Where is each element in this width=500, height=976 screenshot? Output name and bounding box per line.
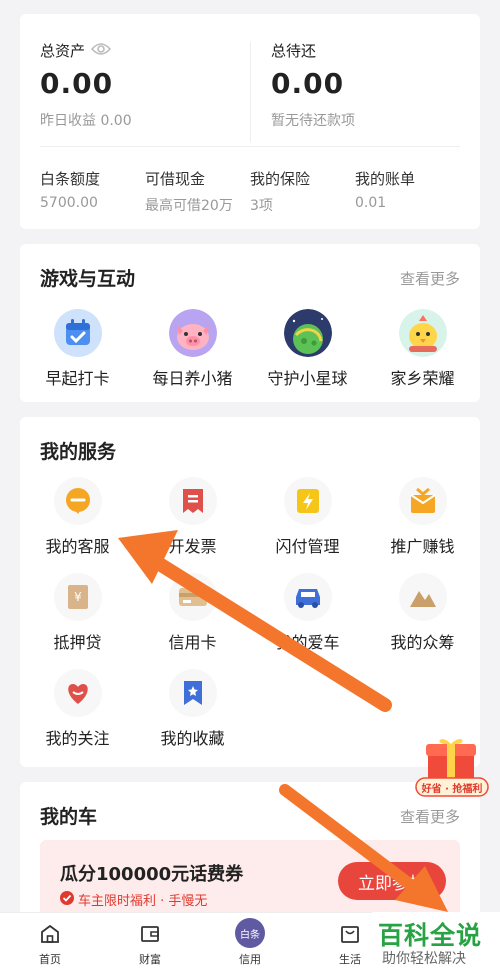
divider [40, 146, 460, 147]
service-my-car[interactable]: 我的爱车 [250, 573, 365, 653]
customer-service-icon [53, 477, 102, 525]
game-guard-planet[interactable]: 守护小星球 [250, 309, 365, 389]
service-label: 信用卡 [168, 633, 217, 652]
service-label: 推广赚钱 [390, 537, 455, 556]
stat-baitiao[interactable]: 白条额度 5700.00 [40, 168, 145, 211]
assets-card: 总资产 0.00 昨日收益 0.00 总待还 0.00 暂无待还款项 白条额度 … [20, 14, 480, 229]
heart-icon [53, 669, 102, 717]
pending-value: 0.00 [271, 67, 345, 100]
service-invoice[interactable]: 开发票 [135, 477, 250, 557]
credit-card-icon [168, 573, 217, 621]
game-label: 守护小星球 [267, 369, 348, 388]
watermark-subtitle: 助你轻松解决 [382, 951, 466, 967]
games-card: 游戏与互动 查看更多 早起打卡 每日养小猪 守护小星球 家乡荣耀 [20, 244, 480, 402]
service-label: 抵押贷 [53, 633, 102, 652]
planet-icon [283, 309, 332, 357]
service-quick-pay[interactable]: 闪付管理 [250, 477, 365, 557]
stat-title: 我的账单 [355, 170, 416, 188]
service-favorites[interactable]: 我的收藏 [135, 669, 250, 749]
pending-repayment[interactable]: 总待还 0.00 暂无待还款项 [271, 40, 355, 130]
eye-icon[interactable] [90, 42, 112, 60]
service-label: 开发票 [168, 537, 217, 556]
stat-value: 5700.00 [40, 195, 98, 211]
service-credit-card[interactable]: 信用卡 [135, 573, 250, 653]
tab-home[interactable]: 首页 [15, 921, 85, 967]
promo-subtitle: 车主限时福利 · 手慢无 [78, 894, 208, 909]
service-label: 我的爱车 [275, 633, 340, 652]
chick-icon [398, 309, 447, 357]
bookmark-icon [168, 669, 217, 717]
game-early-checkin[interactable]: 早起打卡 [20, 309, 135, 389]
baitiao-badge: 白条 [235, 918, 265, 948]
stat-value: 最高可借20万 [145, 198, 233, 214]
service-label: 我的关注 [45, 729, 110, 748]
watermark: 百科全说 助你轻松解决 [372, 912, 500, 976]
quick-pay-icon [283, 477, 332, 525]
section-title: 游戏与互动 [40, 268, 136, 290]
service-customer-service[interactable]: 我的客服 [20, 477, 135, 557]
check-icon [60, 890, 74, 909]
services-card: 我的服务 我的客服 开发票 闪付管理 推广赚钱 ¥ 抵押贷 信用卡 我的爱车 我… [20, 417, 480, 767]
home-icon [15, 921, 85, 947]
tab-label: 首页 [39, 953, 61, 966]
stat-title: 可借现金 [145, 170, 206, 188]
section-title: 我的服务 [40, 441, 117, 463]
svg-text:¥: ¥ [74, 590, 82, 604]
stat-title: 我的保险 [250, 170, 311, 188]
game-daily-pig[interactable]: 每日养小猪 [135, 309, 250, 389]
stat-insurance[interactable]: 我的保险 3项 [250, 168, 355, 215]
pig-icon [168, 309, 217, 357]
crowdfunding-icon [398, 573, 447, 621]
pending-label: 总待还 [271, 42, 317, 60]
promo-title: 瓜分100000元话费券 [60, 864, 244, 885]
total-assets-value: 0.00 [40, 67, 114, 100]
total-assets[interactable]: 总资产 0.00 昨日收益 0.00 [40, 40, 132, 130]
gift-badge-label: 好省 · 抢福利 [421, 784, 483, 795]
divider [250, 42, 251, 142]
service-label: 闪付管理 [275, 537, 340, 556]
stat-bill[interactable]: 我的账单 0.01 [355, 168, 460, 211]
tab-label: 信用 [239, 953, 261, 966]
mortgage-icon: ¥ [53, 573, 102, 621]
baitiao-icon: 白条 [215, 918, 285, 948]
stat-title: 白条额度 [40, 170, 101, 188]
game-label: 每日养小猪 [152, 369, 233, 388]
section-title: 我的车 [40, 806, 98, 828]
tab-wealth[interactable]: 财富 [115, 921, 185, 967]
join-now-button[interactable]: 立即参加 [338, 862, 446, 900]
pending-sub: 暂无待还款项 [271, 113, 355, 129]
service-crowdfunding[interactable]: 我的众筹 [365, 573, 480, 653]
promote-icon [398, 477, 447, 525]
game-label: 早起打卡 [45, 369, 110, 388]
stat-cash[interactable]: 可借现金 最高可借20万 [145, 168, 250, 215]
service-label: 我的收藏 [160, 729, 225, 748]
see-more-link[interactable]: 查看更多 [400, 268, 460, 289]
service-mortgage[interactable]: ¥ 抵押贷 [20, 573, 135, 653]
wallet-icon [115, 921, 185, 947]
watermark-title: 百科全说 [378, 921, 483, 950]
service-label: 我的众筹 [390, 633, 455, 652]
stat-value: 3项 [250, 198, 273, 214]
car-icon [283, 573, 332, 621]
service-follows[interactable]: 我的关注 [20, 669, 135, 749]
service-promote[interactable]: 推广赚钱 [365, 477, 480, 557]
game-label: 家乡荣耀 [390, 369, 455, 388]
stat-value: 0.01 [355, 195, 387, 211]
invoice-icon [168, 477, 217, 525]
service-label: 我的客服 [45, 537, 110, 556]
see-more-link[interactable]: 查看更多 [400, 806, 460, 827]
calendar-check-icon [53, 309, 102, 357]
tab-label: 财富 [139, 953, 161, 966]
yesterday-earnings: 昨日收益 0.00 [40, 113, 132, 129]
gift-welfare-badge[interactable]: 好省 · 抢福利 [414, 736, 490, 802]
game-hometown-glory[interactable]: 家乡荣耀 [365, 309, 480, 389]
tab-credit[interactable]: 白条 信用 [215, 918, 285, 967]
total-assets-label: 总资产 [40, 42, 86, 60]
